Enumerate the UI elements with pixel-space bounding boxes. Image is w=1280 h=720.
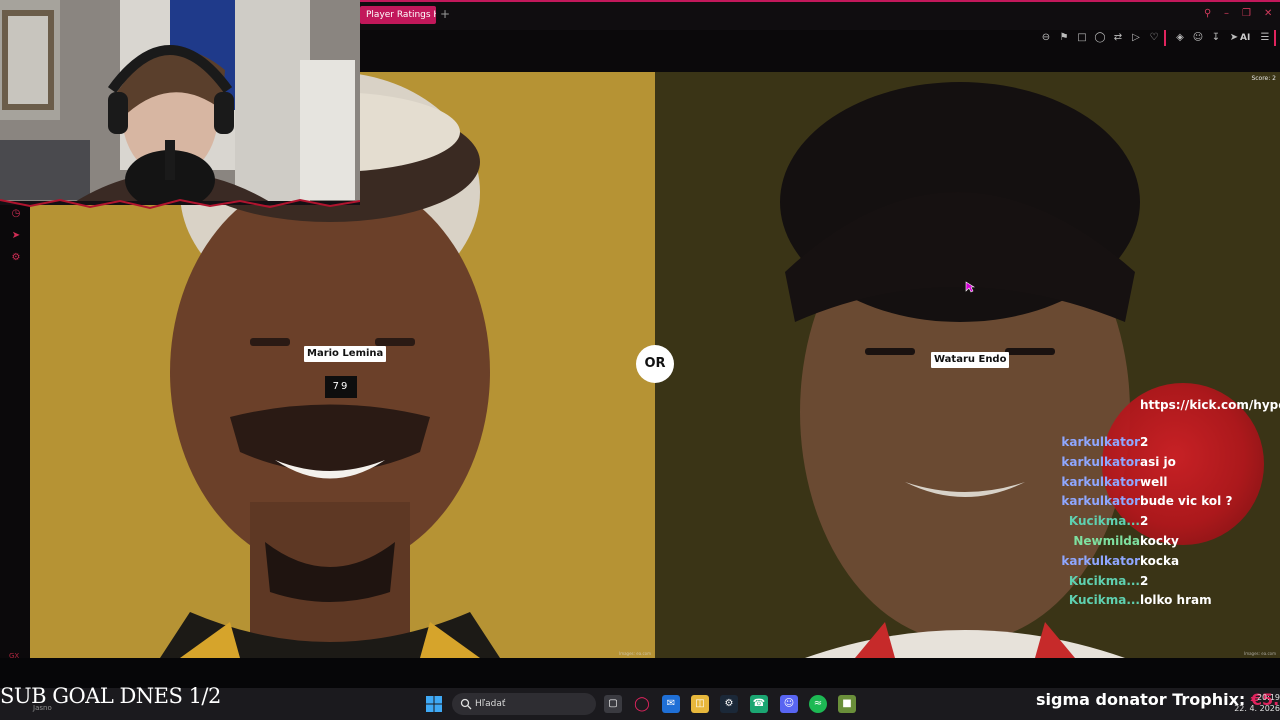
discord-icon[interactable]: ☺	[780, 695, 798, 713]
chat-message: Newmilda kocky	[1066, 532, 1280, 550]
settings-icon[interactable]: ⚙	[10, 252, 22, 264]
task-view-icon[interactable]: ▢	[604, 695, 622, 713]
search-placeholder: Hľadať	[475, 699, 506, 709]
shield-icon[interactable]: ◯	[1093, 31, 1107, 45]
chat-username[interactable]: Newmilda	[1073, 532, 1140, 550]
steam-icon[interactable]: ⚙	[720, 695, 738, 713]
system-clock[interactable]: 20:19 22. 4. 2026	[1222, 692, 1280, 714]
aria-icon[interactable]: ➤	[1227, 31, 1241, 45]
snapshot-icon[interactable]: □	[1075, 31, 1089, 45]
chat-username[interactable]: karkulkator	[1061, 453, 1140, 471]
chat-message: karkulkator bude vic kol ?	[1061, 492, 1280, 510]
chat-username[interactable]: Kucikma...	[1069, 572, 1140, 590]
chat-message: karkulkator well	[1061, 473, 1280, 491]
chat-message: Kucikma... 2	[1066, 572, 1280, 590]
search-icon	[460, 698, 472, 710]
chat-message: karkulkator kocka	[1061, 552, 1280, 570]
chat-text: bude vic kol ?	[1140, 494, 1233, 509]
chat-username[interactable]: Kucikma...	[1069, 591, 1140, 609]
chat-text: 2	[1140, 573, 1149, 588]
chat-username[interactable]: karkulkator	[1061, 552, 1140, 570]
spotify-icon[interactable]: ≈	[809, 695, 827, 713]
play-icon[interactable]: ▷	[1129, 31, 1143, 45]
restore-icon[interactable]: ❐	[1242, 8, 1251, 20]
chat-message: karkulkator asi jo	[1061, 453, 1280, 471]
zoom-icon[interactable]: ⊖	[1039, 31, 1053, 45]
chat-text: well	[1140, 474, 1168, 489]
chat-username[interactable]: Kucikma...	[1069, 512, 1140, 530]
opera-gx-icon[interactable]: ◯	[633, 695, 651, 713]
bookmark-icon[interactable]: ⚑	[1057, 31, 1071, 45]
webcam-overlay	[0, 0, 360, 205]
windows-start-icon[interactable]	[426, 696, 442, 712]
profile-icon[interactable]: ☺	[1191, 31, 1205, 45]
webcam-feed	[0, 0, 360, 201]
left-player-name: Mario Lemina	[304, 346, 387, 362]
right-player-name: Wataru Endo	[931, 352, 1010, 368]
chat-subscribe-link[interactable]: https://kick.com/hyperkoxd/subscribe	[1140, 396, 1280, 414]
tab-player-ratings[interactable]: Player Ratings Higher	[360, 6, 436, 24]
webcam-frame-decoration	[0, 198, 360, 210]
taskbar-search[interactable]: Hľadať	[452, 693, 596, 715]
left-player-rating: 79	[325, 376, 357, 398]
image-credit: Images: ea.com	[619, 651, 651, 656]
mouse-cursor-icon	[965, 281, 975, 293]
close-icon[interactable]: ✕	[1264, 8, 1272, 20]
chat-text: 2	[1140, 514, 1149, 529]
extensions-icon[interactable]: ◈	[1173, 31, 1187, 45]
chat-message: Kucikma... 2	[1066, 512, 1280, 530]
file-explorer-icon[interactable]: ◫	[691, 695, 709, 713]
outlook-icon[interactable]: ✉	[662, 695, 680, 713]
chat-username[interactable]: karkulkator	[1061, 433, 1140, 451]
chat-message: Kucikma... lolko hram	[1066, 591, 1280, 609]
score-counter: Score: 2	[1251, 75, 1276, 82]
chat-message: karkulkator 2	[1061, 433, 1280, 451]
heart-icon[interactable]: ♡	[1147, 31, 1161, 45]
messenger-icon[interactable]: ➤	[10, 230, 22, 242]
minimize-icon[interactable]: –	[1224, 8, 1229, 20]
clock-time: 20:19	[1256, 693, 1280, 702]
chat-text: lolko hram	[1140, 593, 1212, 608]
or-badge: OR	[636, 345, 674, 383]
chat-text: kocka	[1140, 553, 1180, 568]
phone-link-icon[interactable]: ☎	[750, 695, 768, 713]
chat-text: asi jo	[1140, 454, 1176, 469]
donator-label: sigma donator Trophix:	[1036, 690, 1246, 709]
chat-username[interactable]: karkulkator	[1061, 492, 1140, 510]
translate-icon[interactable]: ⇄	[1111, 31, 1125, 45]
image-credit: Images: ea.com	[1244, 651, 1276, 656]
chat-text: 2	[1140, 435, 1149, 449]
minecraft-icon[interactable]: ■	[838, 695, 856, 713]
menu-icon[interactable]: ☰	[1258, 31, 1272, 45]
ai-button[interactable]: AI	[1240, 31, 1250, 45]
chat-username[interactable]: karkulkator	[1061, 473, 1140, 491]
chat-text: kocky	[1140, 534, 1179, 548]
new-tab-button[interactable]: +	[440, 7, 450, 21]
screen: Images: ea.com Score: 2 Images: ea.com M…	[0, 0, 1280, 720]
sub-goal-text: SUB GOAL DNES 1/2	[0, 684, 221, 708]
search-icon[interactable]: ⚲	[1204, 8, 1211, 20]
download-icon[interactable]: ↧	[1209, 31, 1223, 45]
clock-date: 22. 4. 2026	[1234, 704, 1280, 713]
